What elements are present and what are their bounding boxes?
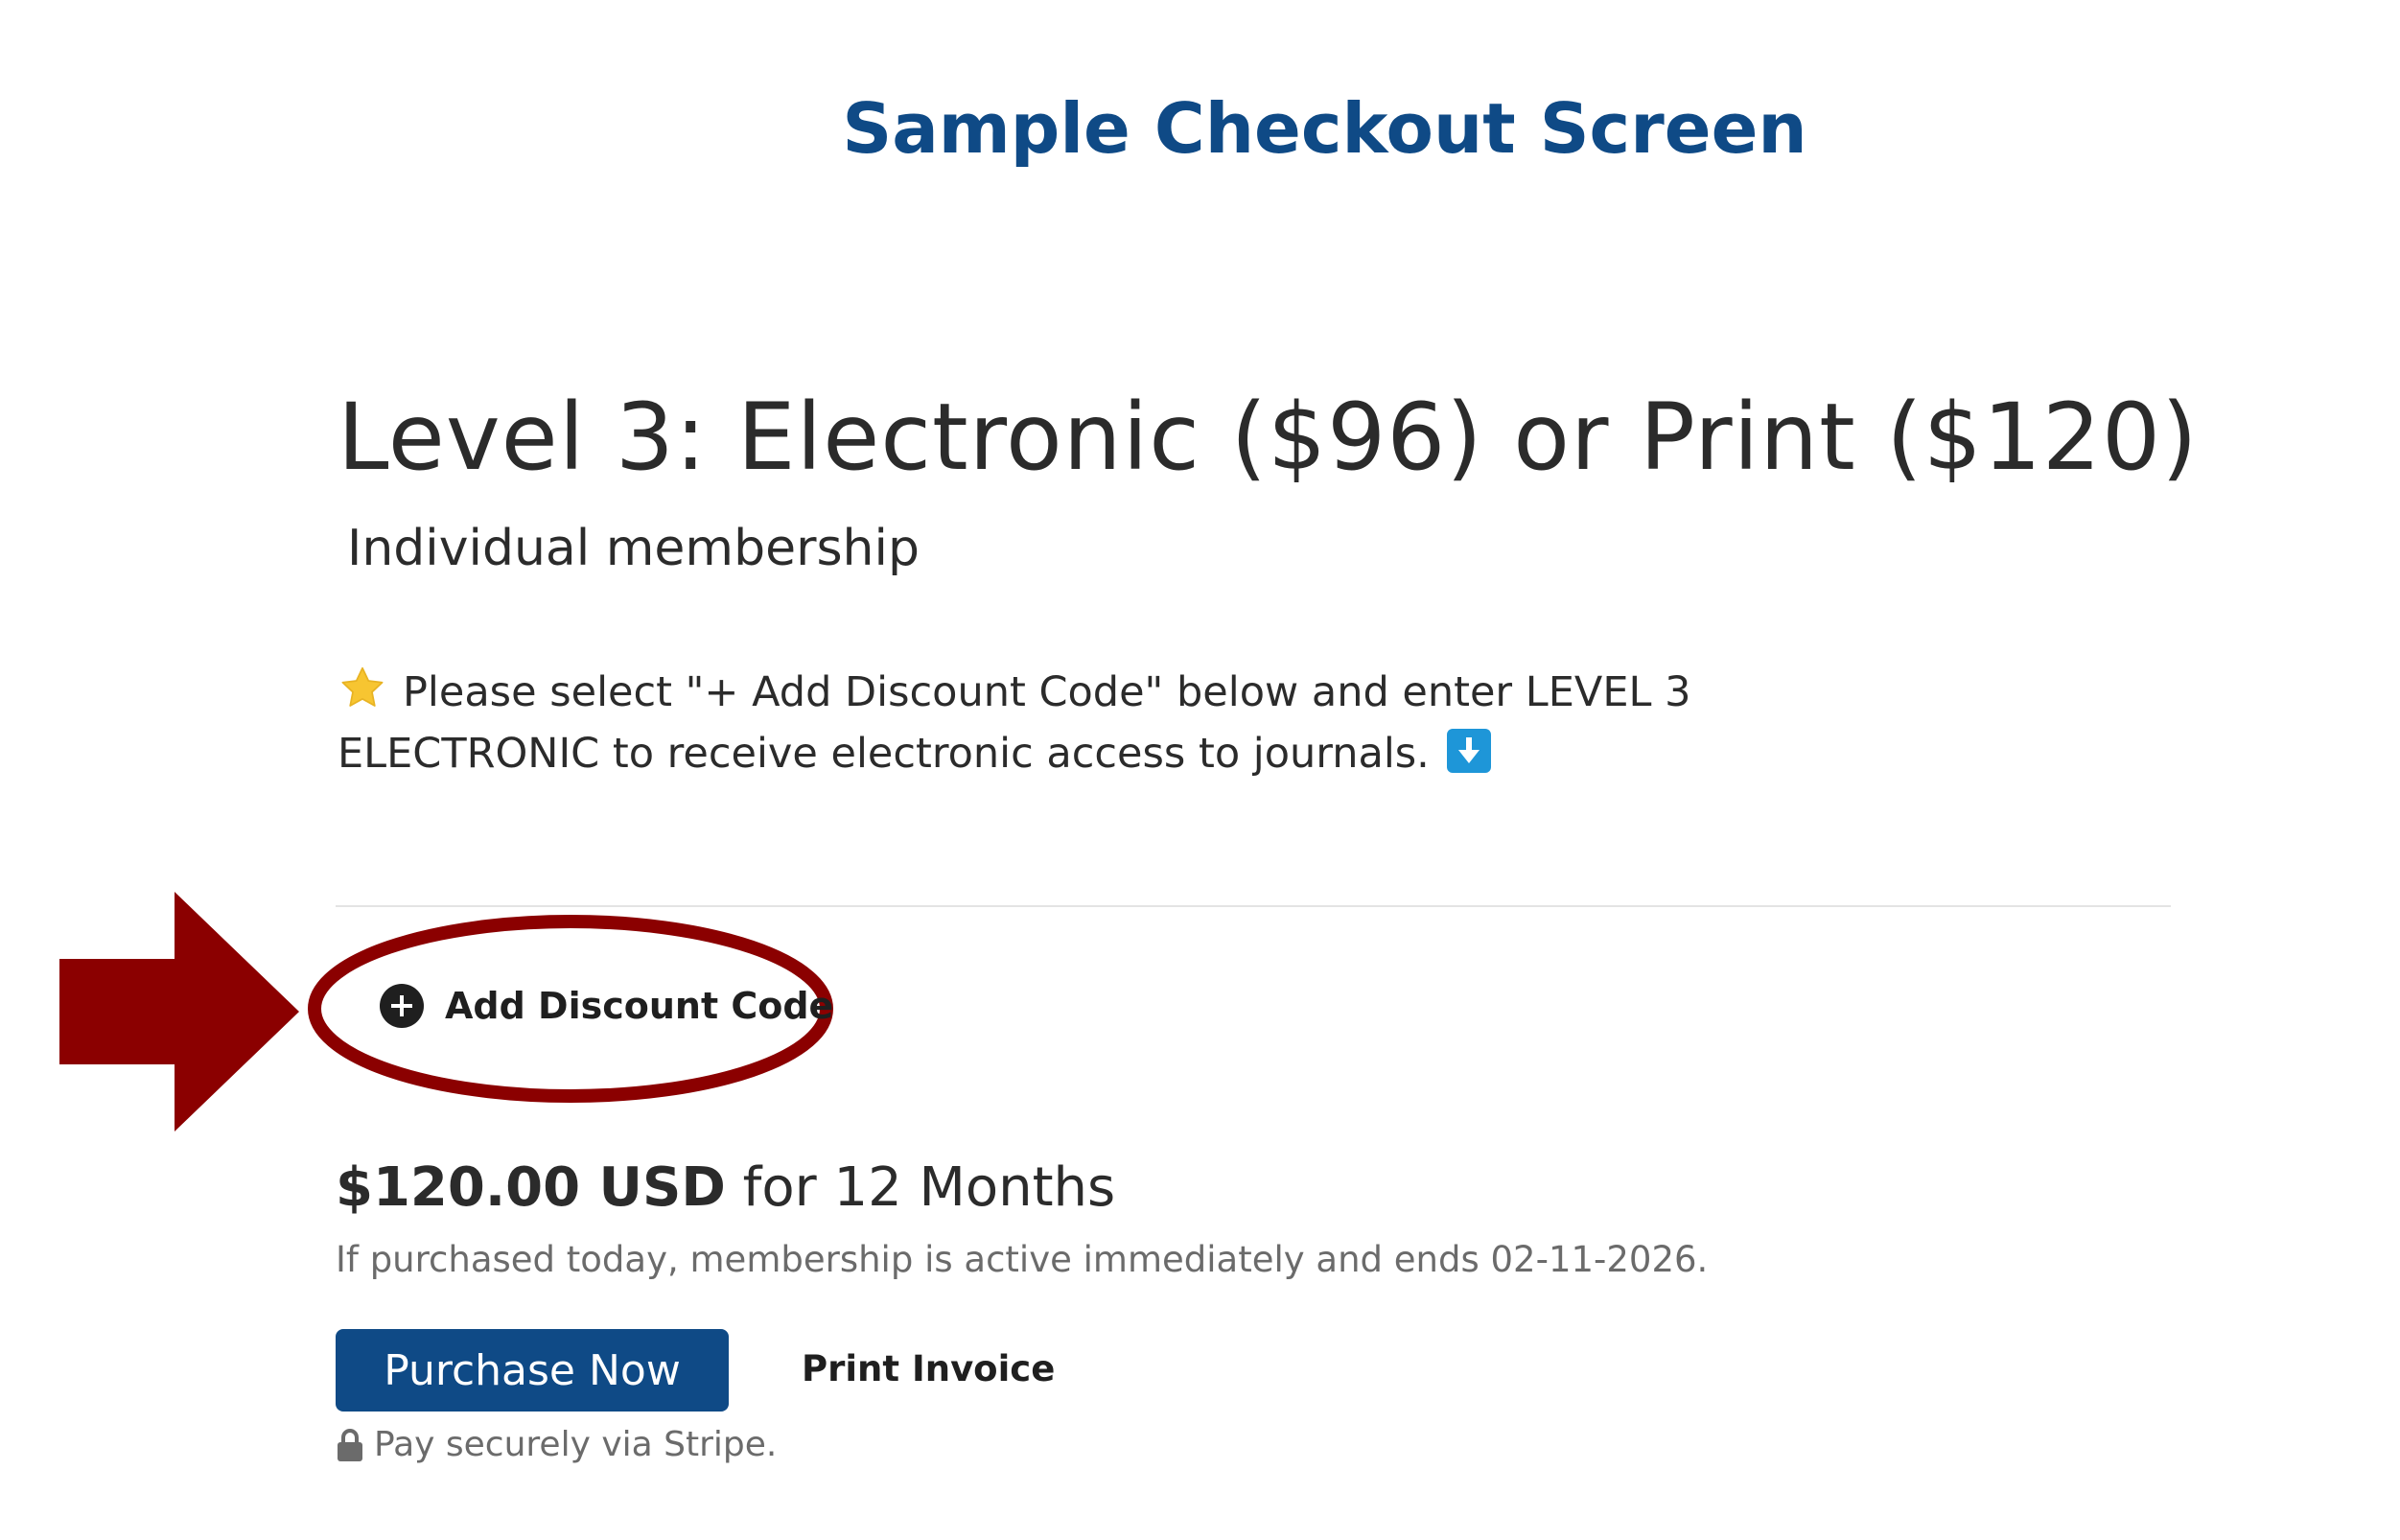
plus-circle-icon (380, 984, 424, 1028)
secure-payment-note: Pay securely via Stripe. (336, 1425, 777, 1464)
annotation-arrow-icon (59, 892, 299, 1132)
purchase-now-button[interactable]: Purchase Now (336, 1329, 729, 1412)
star-icon (341, 666, 384, 707)
page-title: Sample Checkout Screen (842, 88, 1807, 169)
plan-subtitle: Individual membership (347, 520, 920, 577)
divider (336, 905, 2171, 907)
add-discount-code-label: Add Discount Code (445, 985, 834, 1027)
discount-notice: Please select "+ Add Discount Code" belo… (338, 662, 1833, 784)
membership-term-note: If purchased today, membership is active… (336, 1239, 1709, 1280)
price-summary: $120.00 USD for 12 Months (336, 1156, 1115, 1219)
down-arrow-icon (1446, 729, 1491, 773)
notice-line-2: ELECTRONIC to receive electronic access … (338, 723, 1833, 784)
price-term: for 12 Months (742, 1156, 1116, 1219)
notice-text-1: Please select "+ Add Discount Code" belo… (403, 668, 1691, 716)
print-invoice-link[interactable]: Print Invoice (802, 1348, 1055, 1389)
notice-text-2: ELECTRONIC to receive electronic access … (338, 730, 1430, 778)
notice-line-1: Please select "+ Add Discount Code" belo… (338, 662, 1833, 723)
plan-title: Level 3: Electronic ($96) or Print ($120… (338, 384, 2199, 491)
add-discount-code-button[interactable]: Add Discount Code (380, 984, 833, 1028)
lock-icon (338, 1428, 362, 1461)
secure-payment-text: Pay securely via Stripe. (374, 1425, 778, 1464)
price-amount: $120.00 USD (336, 1156, 726, 1219)
